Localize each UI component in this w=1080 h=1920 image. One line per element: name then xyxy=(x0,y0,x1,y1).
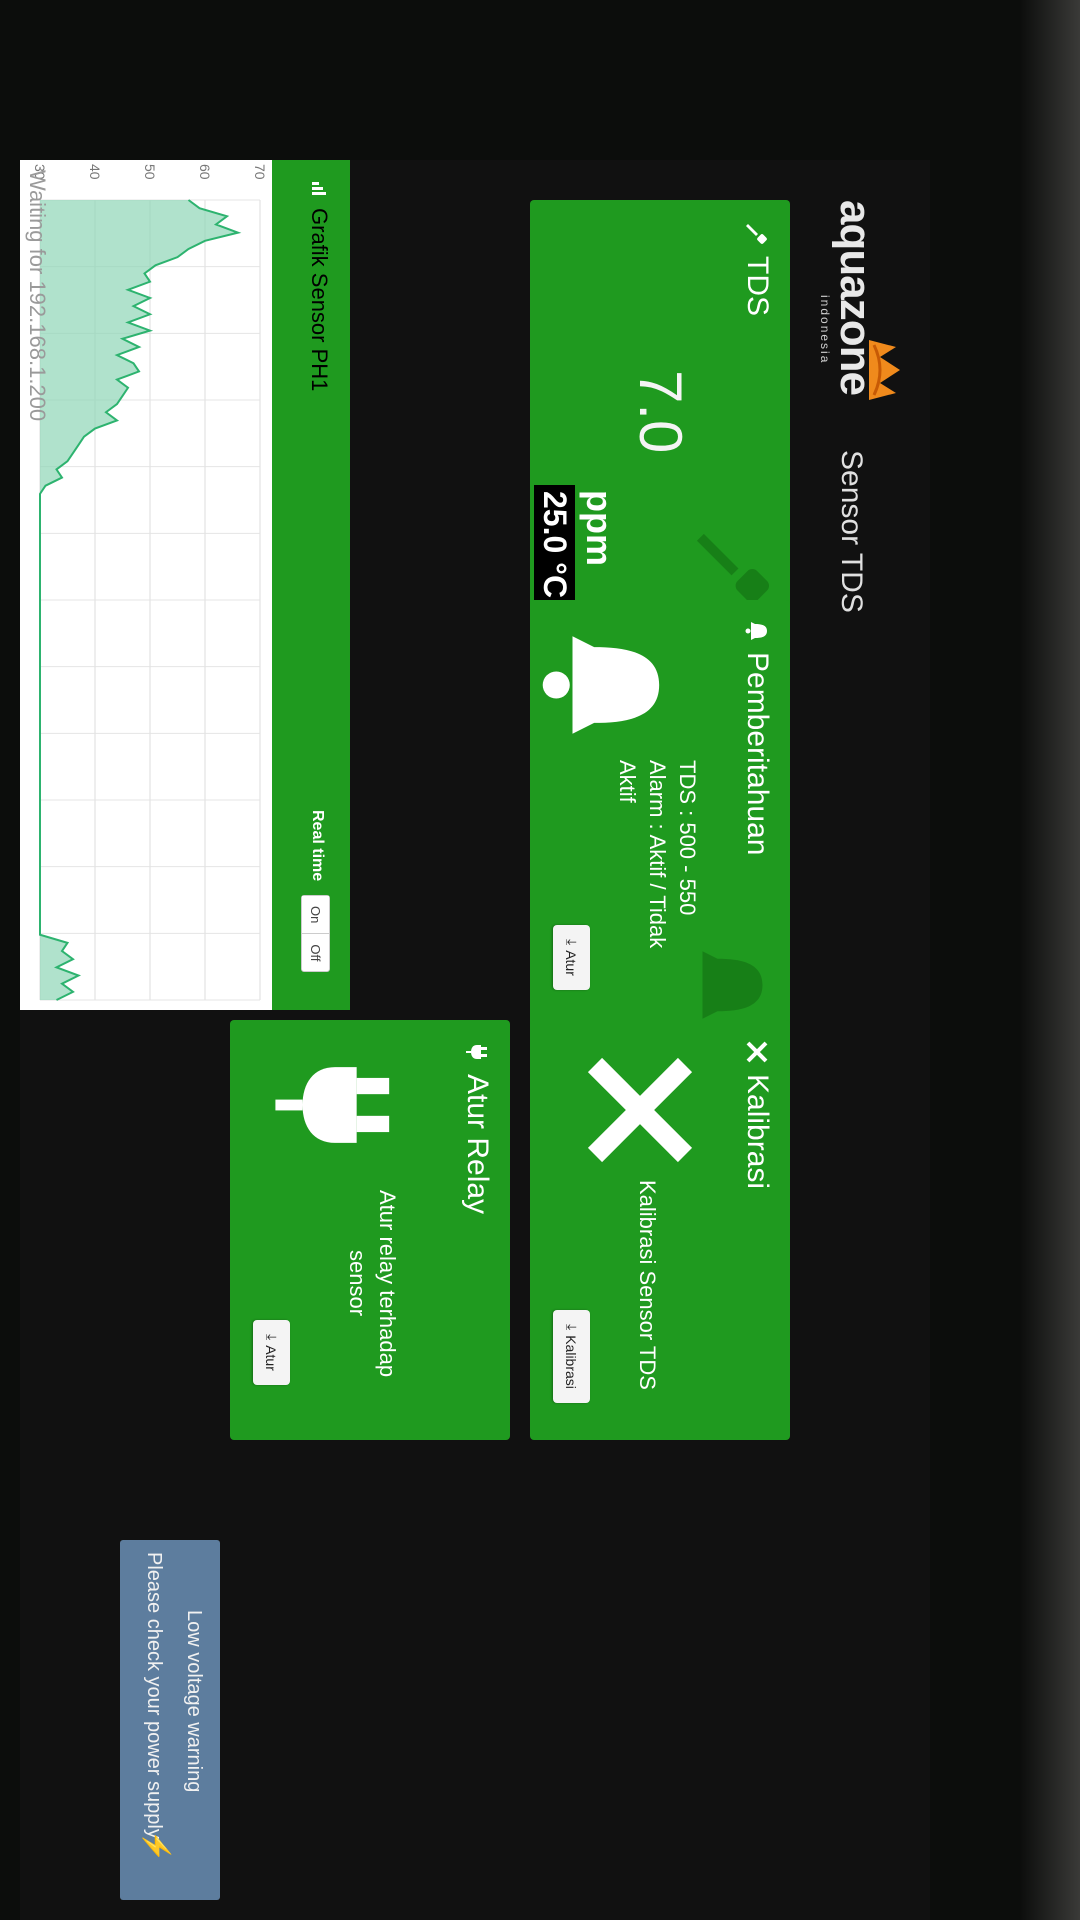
notification-atur-button[interactable]: ⤓ Atur xyxy=(553,925,590,990)
dropper-bg-icon xyxy=(696,533,770,603)
device-bezel xyxy=(1020,0,1080,1920)
alarm-status-text-cont: Aktif xyxy=(615,760,640,803)
relay-desc-line1: Atur relay terhadap xyxy=(375,1190,400,1378)
bell-bg-icon xyxy=(702,951,763,1019)
bell-large-icon xyxy=(542,636,660,734)
chart-title-label: Grafik Sensor PH1 xyxy=(307,208,332,392)
temperature-value: 25.0 °C xyxy=(534,485,575,605)
realtime-toggle[interactable]: On Off xyxy=(301,895,330,973)
notification-atur-label: Atur xyxy=(563,950,580,976)
bell-icon xyxy=(745,620,769,642)
toast-message: Please check your power supply xyxy=(143,1552,165,1839)
wrench-screwdriver-large-icon xyxy=(587,1057,693,1163)
y-tick-label: 60 xyxy=(197,164,213,180)
calibration-desc: Kalibrasi Sensor TDS xyxy=(635,1180,660,1390)
lightning-icon: ⚡ xyxy=(142,1830,172,1863)
kalibrasi-button[interactable]: ⤓ Kalibrasi xyxy=(553,1310,590,1403)
logo-text: aquazone xyxy=(831,200,880,395)
tds-card: TDS 7.0 ppm 25.0 °C xyxy=(530,200,790,620)
y-tick-label: 40 xyxy=(87,164,103,180)
calibration-card: Kalibrasi Kalibrasi Sensor TDS ⤓ Kalibra… xyxy=(530,1020,790,1440)
low-voltage-toast[interactable]: Low voltage warning Please check your po… xyxy=(120,1540,220,1900)
notification-card-label: Pemberitahuan xyxy=(741,652,774,856)
waiting-connection-text: Waiting for 192.168.1.200 xyxy=(25,170,50,422)
calibration-card-title: Kalibrasi xyxy=(740,1040,774,1189)
chart-panel: Grafik Sensor PH1 Real time On Off 30 40 5… xyxy=(20,160,350,1010)
download-icon: ⤓ xyxy=(564,1324,580,1331)
plug-large-icon xyxy=(275,1067,390,1143)
calibration-card-label: Kalibrasi xyxy=(741,1074,774,1190)
kalibrasi-button-label: Kalibrasi xyxy=(563,1335,580,1389)
tds-card-title: TDS xyxy=(740,220,774,316)
notification-card-title: Pemberitahuan xyxy=(740,620,774,855)
relay-atur-label: Atur xyxy=(263,1345,280,1371)
toggle-on-option[interactable]: On xyxy=(302,896,329,935)
relay-desc-line2: sensor xyxy=(345,1250,370,1317)
download-icon: ⤓ xyxy=(264,1334,280,1341)
page-title: Sensor TDS xyxy=(835,450,868,613)
realtime-label: Real time xyxy=(309,810,326,882)
y-tick-label: 70 xyxy=(252,164,268,180)
aquazone-logo: aquazone indonesia xyxy=(818,200,910,460)
tds-value: 7.0 xyxy=(627,370,694,454)
tds-range-text: TDS : 500 - 550 xyxy=(675,760,700,916)
download-icon: ⤓ xyxy=(564,939,580,946)
app-header: aquazone indonesia Sensor TDS xyxy=(800,160,930,1920)
toast-title: Low voltage warning xyxy=(183,1610,205,1793)
alarm-status-text: Alarm : Aktif / Tidak xyxy=(645,760,670,949)
relay-atur-button[interactable]: ⤓ Atur xyxy=(253,1320,290,1385)
chart-title: Grafik Sensor PH1 xyxy=(306,180,332,391)
y-tick-label: 50 xyxy=(142,164,158,180)
logo-subtext: indonesia xyxy=(818,295,832,365)
tds-unit: ppm xyxy=(579,490,620,566)
chart-header: Grafik Sensor PH1 Real time On Off xyxy=(272,160,350,1010)
relay-card: Atur Relay Atur relay terhadap sensor ⤓ … xyxy=(230,1020,510,1440)
toggle-off-option[interactable]: Off xyxy=(302,934,329,971)
dropper-icon xyxy=(744,220,770,246)
app-screen: aquazone indonesia Sensor TDS TDS 7.0 pp… xyxy=(20,160,930,1920)
plug-icon xyxy=(465,1040,489,1064)
tds-card-label: TDS xyxy=(741,256,774,316)
wrench-screwdriver-icon xyxy=(745,1040,769,1064)
sensor-area-chart: 30 40 50 60 70 xyxy=(32,164,268,1001)
relay-card-title: Atur Relay xyxy=(460,1040,494,1214)
bar-chart-icon xyxy=(310,180,328,198)
chart-body: Grafik Sensor PH1 Real time On Off 30 40 5… xyxy=(20,160,350,1010)
notification-card: Pemberitahuan TDS : 500 - 550 Alarm : Ak… xyxy=(530,600,790,1060)
relay-card-label: Atur Relay xyxy=(461,1074,494,1215)
